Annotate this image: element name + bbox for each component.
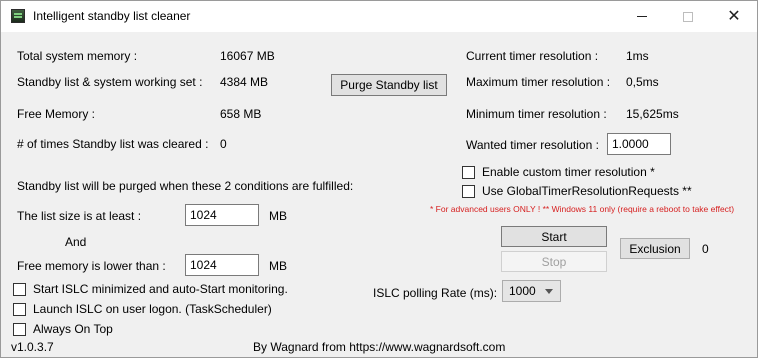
minimize-button[interactable] — [619, 1, 665, 32]
free-memory-value: 658 MB — [220, 107, 262, 121]
window-title: Intelligent standby list cleaner — [33, 9, 191, 23]
stop-button: Stop — [501, 251, 607, 272]
maximize-button — [665, 1, 711, 32]
exclusion-button[interactable]: Exclusion — [620, 238, 690, 259]
purge-standby-button[interactable]: Purge Standby list — [331, 74, 447, 96]
checkbox-box[interactable] — [13, 282, 26, 296]
app-icon — [11, 9, 25, 23]
standby-list-label: Standby list & system working set : — [17, 75, 203, 89]
list-size-input[interactable]: 1024 — [185, 204, 259, 226]
maximize-icon — [683, 11, 693, 22]
min-timer-value: 15,625ms — [626, 107, 679, 121]
total-memory-label: Total system memory : — [17, 49, 138, 63]
max-timer-label: Maximum timer resolution : — [466, 75, 611, 89]
polling-rate-label: ISLC polling Rate (ms): — [373, 286, 498, 300]
minimize-icon — [637, 16, 647, 17]
always-on-top-label: Always On Top — [33, 322, 113, 336]
start-button[interactable]: Start — [501, 226, 607, 247]
total-memory-value: 16067 MB — [220, 49, 275, 63]
main-window: Intelligent standby list cleaner ✕ Total… — [0, 0, 758, 358]
wanted-timer-input[interactable]: 1.0000 — [607, 133, 671, 155]
max-timer-value: 0,5ms — [626, 75, 659, 89]
custom-timer-checkbox[interactable]: Enable custom timer resolution * — [462, 165, 655, 179]
conditions-heading: Standby list will be purged when these 2… — [17, 179, 354, 193]
advanced-warning: * For advanced users ONLY ! ** Windows 1… — [430, 204, 735, 214]
checkbox-box[interactable] — [462, 165, 475, 179]
close-button[interactable]: ✕ — [711, 1, 757, 32]
cleared-count-label: # of times Standby list was cleared : — [17, 137, 209, 151]
start-minimized-label: Start ISLC minimized and auto-Start moni… — [33, 282, 288, 296]
launch-logon-checkbox[interactable]: Launch ISLC on user logon. (TaskSchedule… — [13, 302, 272, 316]
list-size-label: The list size is at least : — [17, 209, 142, 223]
start-minimized-checkbox[interactable]: Start ISLC minimized and auto-Start moni… — [13, 282, 288, 296]
launch-logon-label: Launch ISLC on user logon. (TaskSchedule… — [33, 302, 272, 316]
global-timer-label: Use GlobalTimerResolutionRequests ** — [482, 184, 692, 198]
cleared-count-value: 0 — [220, 137, 227, 151]
and-label: And — [65, 235, 87, 249]
polling-rate-select[interactable]: 1000 — [502, 280, 561, 302]
list-size-unit: MB — [269, 209, 287, 223]
close-icon: ✕ — [727, 7, 741, 25]
free-memory-threshold-input[interactable]: 1024 — [185, 254, 259, 276]
custom-timer-label: Enable custom timer resolution * — [482, 165, 655, 179]
version-label: v1.0.3.7 — [11, 340, 54, 354]
title-bar[interactable]: Intelligent standby list cleaner ✕ — [1, 1, 757, 32]
free-memory-threshold-label: Free memory is lower than : — [17, 259, 166, 273]
always-on-top-checkbox[interactable]: Always On Top — [13, 322, 113, 336]
free-memory-label: Free Memory : — [17, 107, 96, 121]
checkbox-box[interactable] — [462, 184, 475, 198]
standby-list-value: 4384 MB — [220, 75, 269, 89]
checkbox-box[interactable] — [13, 302, 26, 316]
min-timer-label: Minimum timer resolution : — [466, 107, 607, 121]
polling-rate-value: 1000 — [509, 284, 536, 298]
global-timer-checkbox[interactable]: Use GlobalTimerResolutionRequests ** — [462, 184, 692, 198]
credit-label: By Wagnard from https://www.wagnardsoft.… — [253, 340, 506, 354]
free-memory-threshold-unit: MB — [269, 259, 287, 273]
wanted-timer-label: Wanted timer resolution : — [466, 138, 599, 152]
current-timer-label: Current timer resolution : — [466, 49, 599, 63]
current-timer-value: 1ms — [626, 49, 649, 63]
exclusion-count: 0 — [702, 242, 709, 256]
chevron-down-icon — [545, 289, 553, 294]
checkbox-box[interactable] — [13, 322, 26, 336]
